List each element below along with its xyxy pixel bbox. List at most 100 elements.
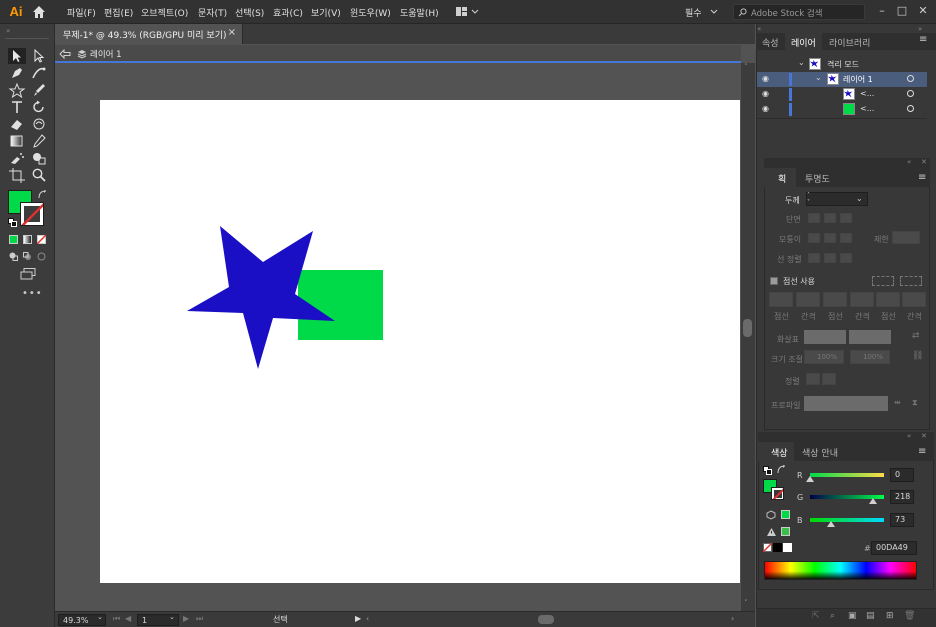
color-mode-icon[interactable]	[9, 235, 18, 244]
change-screen-mode-icon[interactable]	[20, 268, 36, 280]
tab-color-guide[interactable]: 색상 안내	[802, 446, 838, 459]
draw-inside-icon[interactable]	[37, 252, 46, 261]
collapse-panel-icon[interactable]: «	[907, 158, 911, 166]
hex-value-input[interactable]: 00DA49	[871, 541, 917, 555]
scroll-up-icon[interactable]: ˄	[744, 63, 748, 71]
symbol-sprayer-tool-icon[interactable]	[8, 150, 26, 166]
visibility-eye-icon[interactable]: ◉	[762, 104, 769, 113]
new-sublayer-icon[interactable]: ▤	[866, 611, 875, 621]
layer-row-rectangle[interactable]: ◉ <...	[757, 102, 927, 117]
menu-edit[interactable]: 편집(E)	[104, 6, 133, 20]
close-panel-icon[interactable]: ✕	[921, 432, 927, 440]
round-join-button[interactable]	[824, 233, 836, 243]
horizontal-scroll-thumb[interactable]	[538, 615, 554, 624]
profile-select[interactable]	[804, 396, 888, 411]
color-panel-menu-icon[interactable]: ≡	[918, 446, 926, 457]
zoom-dropdown-icon[interactable]: ⌄	[97, 613, 103, 621]
out-of-web-color-icon[interactable]	[766, 510, 776, 520]
selection-tool-icon[interactable]	[8, 48, 26, 64]
none-black-white-swatches[interactable]	[763, 543, 793, 552]
type-tool-icon[interactable]	[8, 99, 26, 115]
menu-effect[interactable]: 효과(C)	[273, 6, 303, 20]
paintbrush-tool-icon[interactable]	[30, 82, 48, 98]
back-arrow-icon[interactable]	[59, 49, 71, 59]
zoom-tool-icon[interactable]	[30, 167, 48, 183]
menu-type[interactable]: 문자(T)	[198, 6, 227, 20]
arrow-tip-at-end-button[interactable]	[822, 373, 836, 385]
dashed-line-checkbox[interactable]	[770, 277, 778, 285]
red-slider-track[interactable]	[810, 473, 884, 477]
flip-along-icon[interactable]: ⇹	[894, 398, 901, 407]
scroll-down-icon[interactable]: ˅	[744, 599, 748, 607]
arrange-documents-icon[interactable]	[455, 6, 479, 18]
rotate-tool-icon[interactable]	[30, 99, 48, 115]
edit-toolbar-icon[interactable]: •••	[22, 288, 43, 299]
gradient-mode-icon[interactable]	[23, 235, 32, 244]
first-artboard-icon[interactable]: ⏮	[113, 614, 120, 624]
out-of-gamut-warning-icon[interactable]	[766, 527, 777, 537]
bevel-join-button[interactable]	[840, 233, 852, 243]
projecting-cap-button[interactable]	[840, 213, 852, 223]
close-tab-button[interactable]: ×	[228, 27, 236, 38]
layer-row-layer1[interactable]: ◉ ⌄ 레이어 1	[757, 72, 927, 87]
collapse-toolbar-icon[interactable]: »	[6, 27, 10, 35]
vertical-scrollbar[interactable]: ˄ ˅	[741, 63, 755, 611]
expand-arrow-icon[interactable]: ⌄	[798, 58, 805, 67]
scroll-right-icon[interactable]: ›	[731, 614, 734, 623]
dash-input-2[interactable]	[823, 292, 847, 307]
artboard-tool-icon[interactable]	[8, 167, 26, 183]
scroll-left-icon[interactable]: ‹	[366, 614, 369, 623]
next-artboard-icon[interactable]: ▶	[183, 614, 189, 623]
minimize-button[interactable]: –	[874, 4, 890, 18]
stock-search-input[interactable]: Adobe Stock 검색	[733, 4, 865, 20]
tab-color[interactable]: 색상	[771, 446, 788, 459]
menu-file[interactable]: 파일(F)	[67, 6, 96, 20]
delete-layer-icon[interactable]: 🗑	[904, 611, 915, 621]
draw-normal-icon[interactable]	[9, 252, 18, 261]
layers-panel-menu-icon[interactable]: ≡	[919, 34, 927, 45]
stroke-panel-menu-icon[interactable]: ≡	[918, 172, 926, 183]
close-panel-icon[interactable]: ✕	[921, 158, 927, 166]
target-circle-icon[interactable]	[907, 90, 914, 97]
gap-input-1[interactable]	[796, 292, 820, 307]
workspace-switcher[interactable]: 필수	[685, 6, 702, 19]
end-arrowhead-select[interactable]	[849, 330, 891, 344]
clipping-mask-icon[interactable]: ▣	[848, 611, 857, 621]
miter-join-button[interactable]	[808, 233, 820, 243]
tab-transparency[interactable]: 투명도	[805, 172, 830, 185]
red-slider-thumb[interactable]	[806, 476, 814, 482]
align-center-button[interactable]	[808, 253, 820, 263]
align-dash-icon[interactable]	[900, 276, 922, 286]
visibility-eye-icon[interactable]: ◉	[762, 89, 769, 98]
stroke-color-swatch[interactable]	[20, 202, 44, 226]
dash-input-1[interactable]	[769, 292, 793, 307]
previous-artboard-icon[interactable]: ◀	[125, 614, 131, 623]
target-circle-icon[interactable]	[907, 105, 914, 112]
tab-stroke[interactable]: 획	[778, 172, 786, 185]
curvature-tool-icon[interactable]	[30, 65, 48, 81]
align-inside-button[interactable]	[824, 253, 836, 263]
collapse-panel-icon[interactable]: «	[907, 432, 911, 440]
flip-across-icon[interactable]: ⧗	[912, 398, 918, 408]
warp-tool-icon[interactable]	[30, 116, 48, 132]
green-slider-thumb[interactable]	[869, 498, 878, 504]
blue-slider-track[interactable]	[810, 518, 884, 522]
swap-fill-stroke-icon[interactable]	[38, 190, 47, 199]
artboard[interactable]	[100, 100, 740, 583]
gap-input-3[interactable]	[902, 292, 926, 307]
visibility-eye-icon[interactable]: ◉	[762, 74, 769, 83]
miter-limit-input[interactable]	[892, 231, 920, 244]
new-layer-icon[interactable]: ⊞	[886, 611, 894, 621]
link-scale-icon[interactable]: ⛓	[912, 351, 923, 361]
tab-layers[interactable]: 레이어	[791, 36, 816, 49]
eyedropper-tool-icon[interactable]	[30, 133, 48, 149]
last-artboard-icon[interactable]: ⏭	[196, 614, 203, 624]
butt-cap-button[interactable]	[808, 213, 820, 223]
tab-properties[interactable]: 속성	[762, 36, 779, 49]
red-value-input[interactable]: 0	[890, 468, 914, 482]
gap-input-2[interactable]	[850, 292, 874, 307]
eraser-tool-icon[interactable]	[8, 116, 26, 132]
star-tool-icon[interactable]	[8, 82, 26, 98]
menu-help[interactable]: 도움말(H)	[400, 6, 439, 20]
expand-arrow-icon[interactable]: ⌄	[815, 73, 822, 82]
